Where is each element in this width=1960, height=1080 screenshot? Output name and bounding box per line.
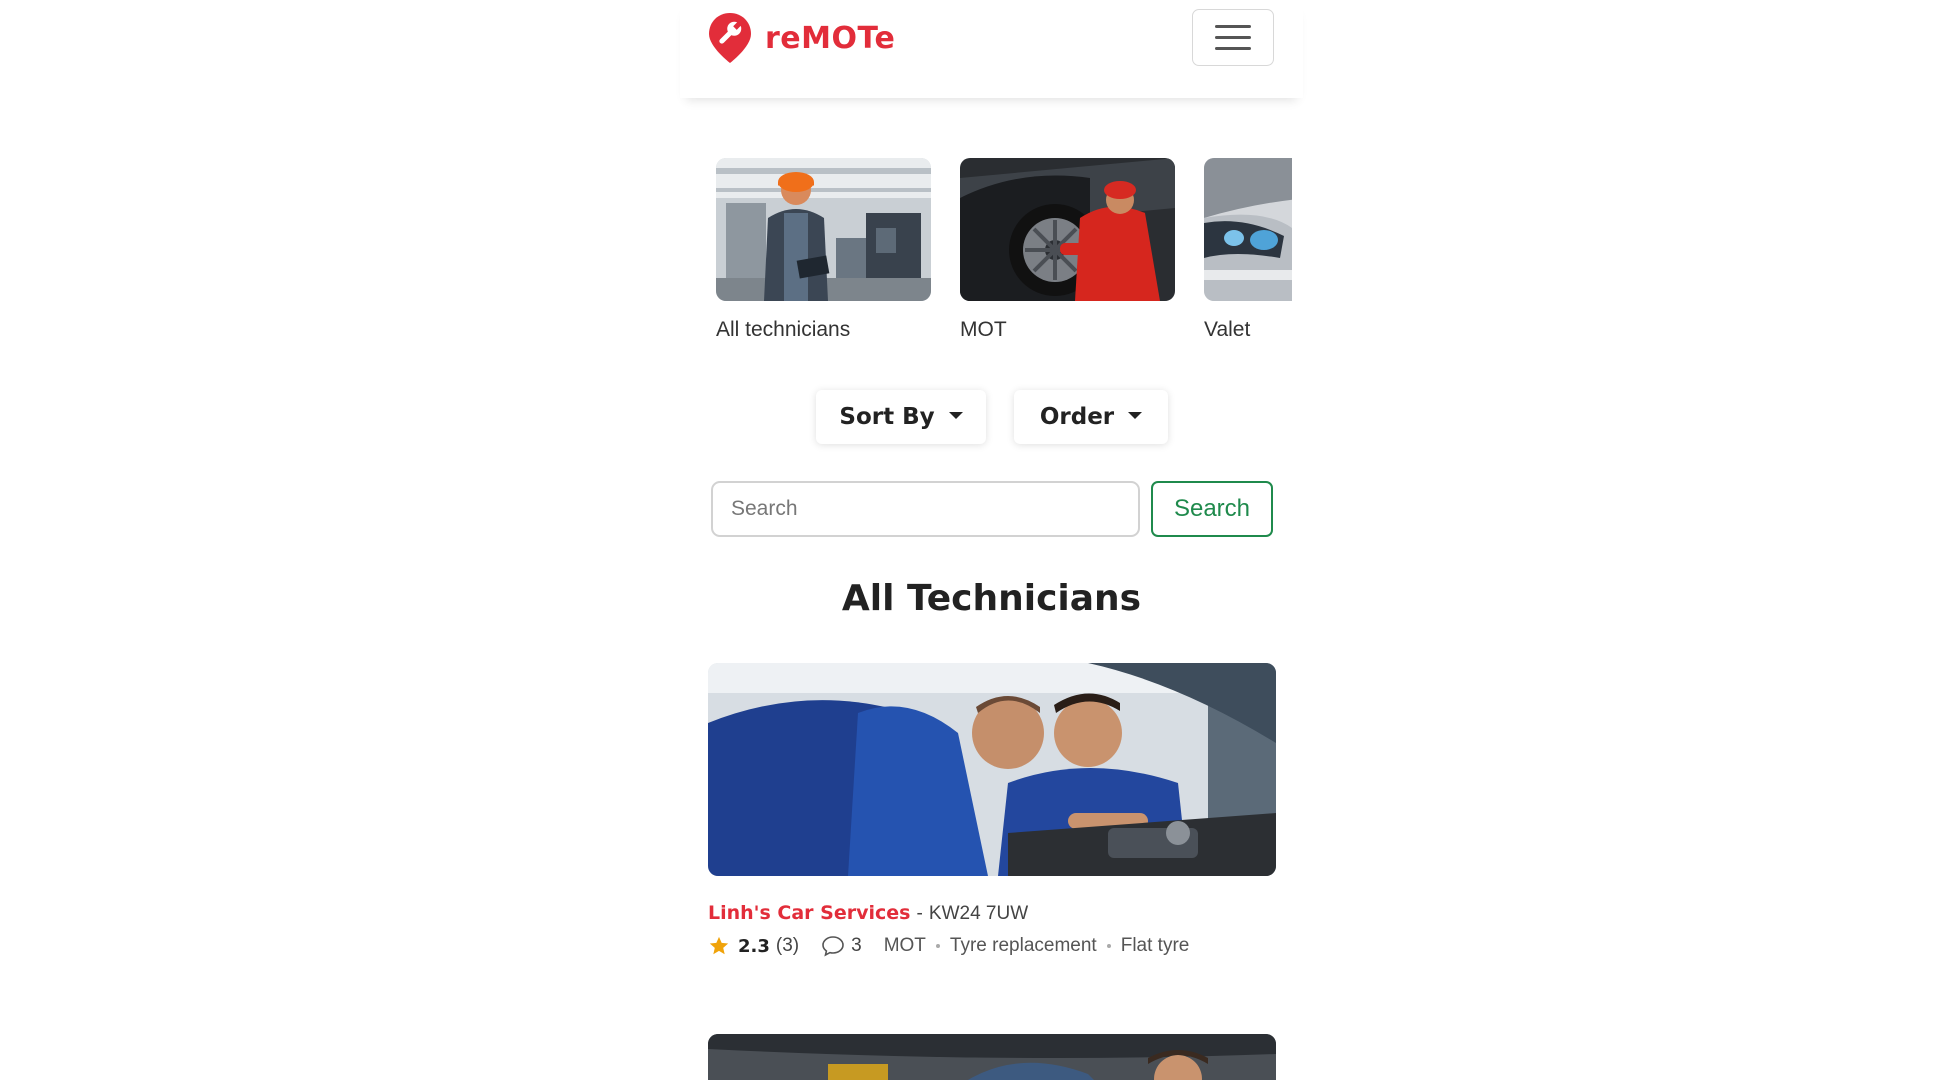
brand-logo[interactable]: reMOTe: [707, 10, 895, 66]
category-label: Valet: [1204, 318, 1251, 341]
category-label: All technicians: [716, 318, 851, 341]
service-tags: MOT Tyre replacement Flat tyre: [884, 935, 1190, 957]
rating-value: 2.3: [738, 935, 770, 957]
technician-meta: 2.3 (3) 3 MOT Tyre replacement Flat tyre: [708, 935, 1276, 957]
menu-toggle-button[interactable]: [1192, 9, 1274, 66]
sort-by-label: Sort By: [839, 404, 935, 430]
service-tag: Flat tyre: [1120, 935, 1190, 956]
tag-separator-dot: [935, 944, 940, 948]
comment-count: 3: [851, 935, 862, 956]
technician-title: Linh's Car Services - KW24 7UW: [708, 902, 1276, 925]
technician-card[interactable]: Linh's Car Services - KW24 7UW 2.3 (3) 3…: [708, 663, 1276, 957]
comment-icon: [822, 936, 844, 957]
mobile-viewport: reMOTe All technicians MOT Valet Sort By…: [680, 0, 1303, 1080]
rating-count: (3): [775, 935, 800, 956]
order-dropdown[interactable]: Order: [1014, 390, 1168, 444]
search-button[interactable]: Search: [1151, 481, 1273, 537]
category-label: MOT: [960, 318, 1007, 341]
technician-name[interactable]: Linh's Car Services: [708, 902, 910, 924]
category-carousel[interactable]: All technicians MOT Valet: [716, 158, 1292, 358]
sort-by-dropdown[interactable]: Sort By: [816, 390, 986, 444]
title-separator: -: [916, 903, 923, 924]
service-tag: MOT: [883, 935, 926, 956]
category-image: [716, 158, 931, 301]
two-mechanics-engine-photo: [708, 663, 1276, 876]
service-tag: Tyre replacement: [949, 935, 1097, 956]
technician-card[interactable]: [708, 1034, 1276, 1080]
mechanic-with-tablet-photo: [716, 158, 931, 301]
navbar: reMOTe: [680, 0, 1303, 98]
search-input[interactable]: [711, 481, 1140, 537]
caret-down-icon: [1128, 411, 1143, 419]
category-all-technicians[interactable]: All technicians: [716, 158, 931, 342]
mechanic-under-car-photo: [708, 1034, 1276, 1080]
section-title: All Technicians: [841, 578, 1142, 619]
star-icon: [709, 936, 729, 955]
order-label: Order: [1039, 404, 1115, 430]
category-image: [1204, 158, 1292, 301]
brand-name: reMOTe: [765, 20, 896, 56]
tag-separator-dot: [1106, 944, 1111, 948]
category-image: [960, 158, 1175, 301]
mechanic-at-wheel-photo: [960, 158, 1175, 301]
car-headlight-photo: [1204, 158, 1292, 301]
technician-image: [708, 663, 1276, 876]
category-mot[interactable]: MOT: [960, 158, 1175, 342]
page: reMOTe All technicians MOT Valet Sort By…: [0, 0, 1960, 1080]
category-valet[interactable]: Valet: [1204, 158, 1292, 342]
wrench-pin-icon: [709, 13, 751, 63]
hamburger-icon: [1215, 25, 1251, 28]
caret-down-icon: [948, 411, 963, 419]
technician-postcode: KW24 7UW: [928, 903, 1029, 924]
technician-image: [708, 1034, 1276, 1080]
